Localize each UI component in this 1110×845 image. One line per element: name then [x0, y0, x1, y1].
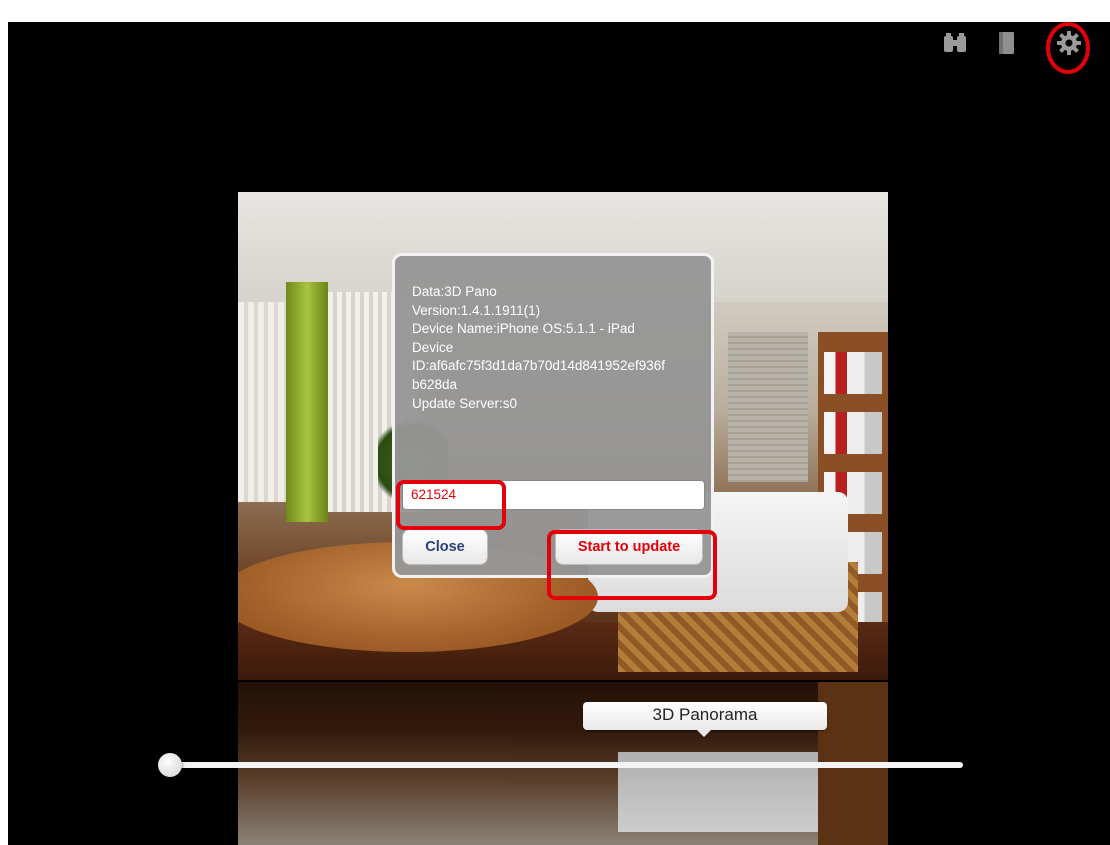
info-device-id-line: ID:af6afc75f3d1da7b70d14d841952ef936f	[412, 358, 665, 374]
device-info: Data:3D Pano Version:1.4.1.1911(1) Devic…	[412, 283, 710, 413]
panorama-slider-track[interactable]	[163, 762, 963, 768]
info-data-line: Data:3D Pano	[412, 284, 497, 299]
info-version-line: Version:1.4.1.1911(1)	[412, 302, 541, 318]
shelf-row	[824, 412, 882, 454]
info-device-label-line: Device	[412, 339, 454, 355]
info-device-id-cont-line: b628da	[412, 376, 458, 392]
book-icon[interactable]	[994, 30, 1020, 56]
window-blind	[728, 332, 808, 482]
binoculars-icon[interactable]	[942, 30, 968, 56]
code-highlight-box	[396, 480, 506, 530]
gear-highlight-ring	[1046, 22, 1090, 74]
shelf-row	[824, 352, 882, 394]
info-device-name-line: Device Name:iPhone OS:5.1.1 - iPad	[412, 321, 635, 337]
panorama-label-pointer	[695, 728, 713, 737]
info-update-server-line: Update Server:s0	[412, 395, 518, 411]
curtain-green	[286, 282, 328, 522]
close-button[interactable]: Close	[402, 529, 488, 565]
panorama-title-label[interactable]: 3D Panorama	[583, 702, 827, 730]
panorama-slider-thumb[interactable]	[158, 753, 182, 777]
update-button-highlight-box	[547, 530, 717, 600]
